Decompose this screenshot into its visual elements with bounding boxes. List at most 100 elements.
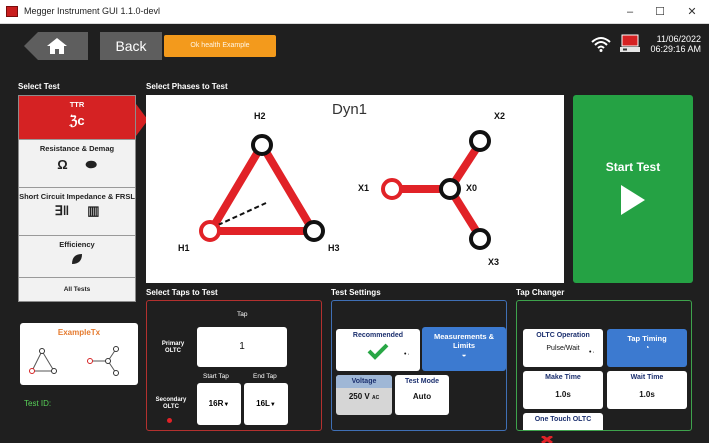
primary-oltc-label: Primary OLTC (161, 341, 185, 354)
start-test-button[interactable]: Start Test (573, 95, 693, 283)
oltc-operation-label: OLTC Operation (536, 332, 590, 339)
measurements-limits-button[interactable]: Measurements & Limits ◒ (422, 327, 506, 371)
node-label-h2: H2 (254, 111, 266, 121)
instrument-status-icon (620, 34, 640, 52)
select-test-label: Select Test (18, 82, 60, 91)
play-icon (621, 185, 645, 215)
start-tap-value: 16R (208, 399, 224, 408)
test-mode-value: Auto (412, 392, 432, 401)
node-h3[interactable] (303, 220, 325, 242)
tap-timing-button[interactable]: Tap Timing ◔ (607, 329, 687, 367)
test-settings-panel: Recommended •· Measurements & Limits ◒ V… (331, 300, 507, 431)
recommended-label: Recommended (352, 332, 404, 339)
winding-h2-h3[interactable] (258, 141, 316, 233)
node-x2[interactable] (469, 130, 491, 152)
test-tile-all-tests[interactable]: All Tests (19, 278, 135, 301)
example-transformer-card[interactable]: ExampleTx (20, 323, 138, 385)
end-tap-label: End Tap (253, 373, 277, 380)
node-label-x2: X2 (494, 111, 506, 121)
ohm-icon: Ω (57, 157, 68, 172)
wait-time-value: 1.0s (639, 390, 655, 399)
start-tap-label: Start Tap (203, 373, 229, 380)
node-x0[interactable] (439, 178, 461, 200)
secondary-oltc-indicator (167, 418, 172, 423)
voltage-value: 250 V (348, 392, 370, 401)
one-touch-oltc-toggle[interactable]: One Touch OLTC (523, 413, 603, 430)
test-list: TTR ℨc Resistance & Demag Ω ⬬ Short Circ… (18, 95, 136, 302)
demag-icon: ⬬ (85, 157, 97, 172)
secondary-oltc-label: Secondary OLTC (155, 397, 187, 410)
test-tile-label: All Tests (63, 286, 91, 293)
date-text: 11/06/2022 (656, 34, 701, 44)
tap-timing-label: Tap Timing (627, 334, 667, 343)
one-touch-label: One Touch OLTC (534, 416, 592, 423)
node-x3[interactable] (469, 228, 491, 250)
node-label-h1: H1 (178, 243, 190, 253)
options-dots-icon: •· (404, 351, 411, 358)
back-button[interactable]: Back (100, 32, 162, 60)
test-tile-short-circuit[interactable]: Short Circuit Impedance & FRSL ∃‖ ▥ (19, 188, 135, 236)
voltage-label: Voltage (336, 375, 392, 388)
voltage-unit: AC (371, 395, 380, 401)
timer-icon: ◔ (644, 343, 650, 352)
oltc-operation-select[interactable]: OLTC Operation Pulse/Wait •· (523, 329, 603, 367)
primary-tap-value: 1 (239, 341, 245, 352)
tap-header: Tap (237, 311, 248, 318)
close-x-icon (541, 436, 553, 443)
home-icon (47, 38, 67, 54)
make-time-label: Make Time (545, 374, 581, 381)
maximize-button[interactable]: ☐ (652, 4, 668, 20)
node-x1[interactable] (381, 178, 403, 200)
tap-changer-panel: OLTC Operation Pulse/Wait •· Tap Timing … (516, 300, 692, 431)
impedance-icon: ∃‖ (54, 203, 70, 218)
date-time: 11/06/2022 06:29:16 AM (645, 34, 701, 54)
select-taps-panel: Tap Primary OLTC 1 Start Tap End Tap Sec… (146, 300, 322, 431)
check-icon (367, 343, 389, 360)
phase-diagram-svg (199, 130, 491, 250)
test-mode-select[interactable]: Test Mode Auto (395, 375, 449, 415)
make-time-field[interactable]: Make Time 1.0s (523, 371, 603, 409)
start-tap-select[interactable]: 16R▼ (197, 383, 241, 425)
node-label-x1: X1 (358, 183, 370, 193)
frsl-icon: ▥ (87, 203, 100, 218)
test-tile-label: Short Circuit Impedance & FRSL (19, 192, 135, 201)
wait-time-label: Wait Time (630, 374, 664, 381)
wait-time-field[interactable]: Wait Time 1.0s (607, 371, 687, 409)
leaf-icon (72, 254, 82, 264)
app-main: Back Ok health Example 11/06/2022 06:29:… (0, 24, 709, 443)
test-tile-resistance-demag[interactable]: Resistance & Demag Ω ⬬ (19, 140, 135, 188)
node-h1[interactable] (199, 220, 221, 242)
test-tile-efficiency[interactable]: Efficiency (19, 236, 135, 278)
test-tile-label: TTR (69, 100, 85, 109)
app-icon (6, 6, 18, 17)
select-taps-label: Select Taps to Test (146, 288, 218, 297)
mini-vector-diagram-icon (29, 346, 119, 376)
home-button[interactable] (24, 32, 88, 60)
chevron-down-icon: ▼ (223, 402, 230, 408)
select-phases-label: Select Phases to Test (146, 82, 228, 91)
test-mode-label: Test Mode (404, 378, 440, 385)
test-tile-label: Efficiency (59, 240, 95, 249)
node-label-h3: H3 (328, 243, 340, 253)
phase-diagram-panel: Dyn1 H2 H1 H3 X1 X0 X2 X3 (146, 95, 564, 283)
window-titlebar: Megger Instrument GUI 1.1.0-devl – ☐ ✕ (0, 0, 709, 24)
voltage-select[interactable]: Voltage 250 V AC (336, 375, 392, 415)
node-h2[interactable] (251, 134, 273, 156)
make-time-value: 1.0s (555, 390, 571, 399)
close-button[interactable]: ✕ (684, 4, 700, 20)
start-test-label: Start Test (605, 160, 661, 174)
end-tap-value: 16L (256, 399, 270, 408)
minimize-button[interactable]: – (622, 4, 638, 20)
example-title: ExampleTx (57, 328, 101, 337)
tap-changer-label: Tap Changer (516, 288, 565, 297)
window-title: Megger Instrument GUI 1.1.0-devl (24, 6, 161, 16)
measurements-limits-label: Measurements & Limits (433, 332, 495, 350)
end-tap-select[interactable]: 16L▼ (244, 383, 288, 425)
options-dots-icon: •· (589, 349, 596, 356)
primary-tap-field[interactable]: 1 (197, 327, 287, 367)
test-settings-label: Test Settings (331, 288, 381, 297)
recommended-toggle[interactable]: Recommended •· (336, 329, 420, 371)
chevron-down-icon: ▼ (269, 402, 276, 408)
test-tile-ttr[interactable]: TTR ℨc (19, 96, 135, 140)
node-label-x0: X0 (466, 183, 478, 193)
